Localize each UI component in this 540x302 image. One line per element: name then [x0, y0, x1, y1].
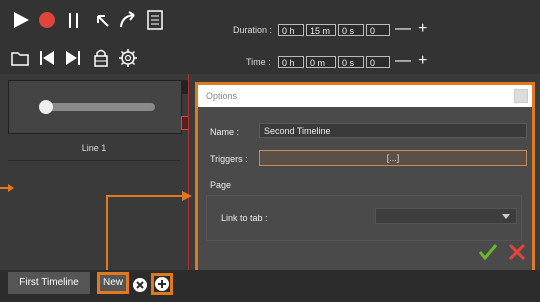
arrow-head-dialog [182, 191, 192, 201]
pointer-line-new-tab [106, 195, 184, 270]
app-window: Duration : 0 h 15 m 0 s 0 — + Time : 0 h… [0, 0, 540, 302]
arrow-head-left [8, 184, 14, 192]
tutorial-arrows [0, 184, 192, 270]
